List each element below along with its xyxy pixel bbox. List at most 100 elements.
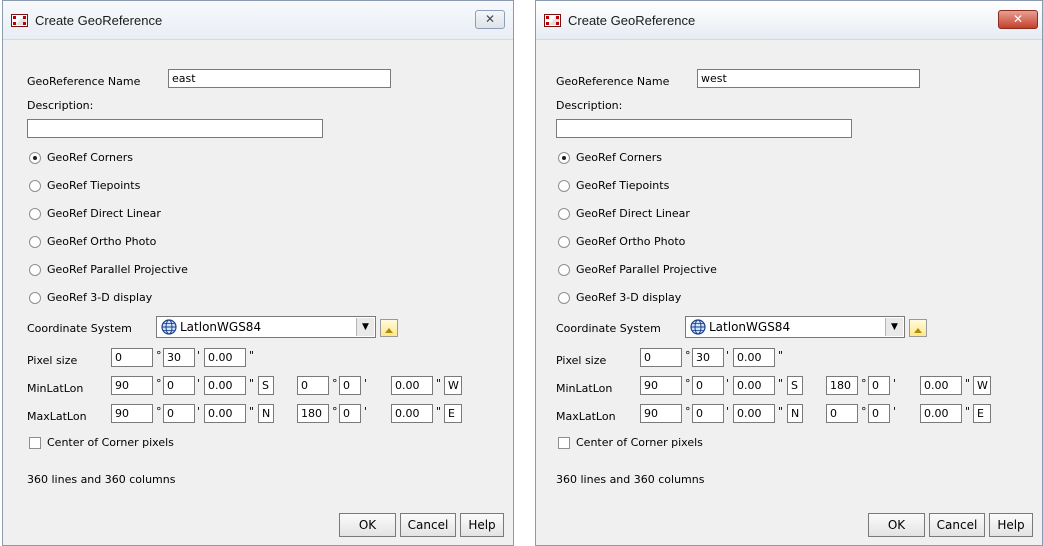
- globe-icon: [690, 319, 706, 335]
- max-lat-minutes[interactable]: 0: [692, 404, 724, 423]
- max-lat-degrees[interactable]: 90: [111, 404, 153, 423]
- center-of-corner-pixels-label[interactable]: Center of Corner pixels: [576, 436, 703, 449]
- coordinate-system-picker-button[interactable]: [380, 319, 398, 337]
- min-lat-hemisphere[interactable]: S: [258, 376, 274, 395]
- radio-label-georef-tiepoints[interactable]: GeoRef Tiepoints: [576, 179, 669, 192]
- coordinate-system-select[interactable]: LatlonWGS84 ▼: [156, 316, 376, 338]
- chevron-down-icon[interactable]: ▼: [356, 318, 374, 336]
- min-lat-seconds[interactable]: 0.00: [204, 376, 246, 395]
- radio-label-georef-ortho-photo[interactable]: GeoRef Ortho Photo: [576, 235, 685, 248]
- pixel-size-minutes[interactable]: 30: [692, 348, 724, 367]
- description-input[interactable]: [27, 119, 323, 138]
- pixel-size-minutes[interactable]: 30: [163, 348, 195, 367]
- cancel-button[interactable]: Cancel: [929, 513, 985, 537]
- min-lat-degrees[interactable]: 90: [640, 376, 682, 395]
- help-button[interactable]: Help: [460, 513, 504, 537]
- close-button[interactable]: ✕: [998, 10, 1038, 29]
- coordinate-system-picker-button[interactable]: [909, 319, 927, 337]
- description-input[interactable]: [556, 119, 852, 138]
- help-button[interactable]: Help: [989, 513, 1033, 537]
- min-lon-minutes[interactable]: 0: [868, 376, 890, 395]
- title-bar[interactable]: Create GeoReference ✕: [3, 1, 513, 40]
- radio-label-georef-3d-display[interactable]: GeoRef 3-D display: [47, 291, 152, 304]
- max-lon-hemisphere[interactable]: E: [973, 404, 991, 423]
- degree-symbol: °: [685, 349, 691, 362]
- max-lat-seconds[interactable]: 0.00: [204, 404, 246, 423]
- radio-georef-parallel-projective[interactable]: [558, 264, 570, 276]
- max-lon-degrees[interactable]: 0: [826, 404, 858, 423]
- min-lat-degrees[interactable]: 90: [111, 376, 153, 395]
- pixel-size-degrees[interactable]: 0: [640, 348, 682, 367]
- min-lon-seconds[interactable]: 0.00: [391, 376, 433, 395]
- radio-georef-tiepoints[interactable]: [29, 180, 41, 192]
- radio-georef-corners[interactable]: [558, 152, 570, 164]
- georeference-name-label: GeoReference Name: [27, 75, 141, 88]
- pixel-size-degrees[interactable]: 0: [111, 348, 153, 367]
- second-symbol: ": [965, 405, 971, 418]
- max-lon-seconds[interactable]: 0.00: [391, 404, 433, 423]
- ok-button[interactable]: OK: [339, 513, 396, 537]
- second-symbol: ": [965, 377, 971, 390]
- max-lon-hemisphere[interactable]: E: [444, 404, 462, 423]
- pixel-size-seconds[interactable]: 0.00: [204, 348, 246, 367]
- center-of-corner-pixels-label[interactable]: Center of Corner pixels: [47, 436, 174, 449]
- radio-georef-direct-linear[interactable]: [29, 208, 41, 220]
- radio-georef-parallel-projective[interactable]: [29, 264, 41, 276]
- min-latlon-label: MinLatLon: [27, 382, 84, 395]
- ok-button[interactable]: OK: [868, 513, 925, 537]
- window-title: Create GeoReference: [35, 13, 163, 28]
- min-lon-minutes[interactable]: 0: [339, 376, 361, 395]
- radio-label-georef-parallel-projective[interactable]: GeoRef Parallel Projective: [47, 263, 188, 276]
- radio-georef-3d-display[interactable]: [29, 292, 41, 304]
- chevron-down-icon[interactable]: ▼: [885, 318, 903, 336]
- min-lat-hemisphere[interactable]: S: [787, 376, 803, 395]
- georeference-name-input[interactable]: west: [697, 69, 920, 88]
- max-lat-seconds[interactable]: 0.00: [733, 404, 775, 423]
- min-lat-seconds[interactable]: 0.00: [733, 376, 775, 395]
- max-lon-degrees[interactable]: 180: [297, 404, 329, 423]
- center-of-corner-pixels-checkbox[interactable]: [29, 437, 41, 449]
- second-symbol: ": [778, 405, 784, 418]
- radio-label-georef-corners[interactable]: GeoRef Corners: [47, 151, 133, 164]
- georef-app-icon: [11, 14, 28, 27]
- max-lat-degrees[interactable]: 90: [640, 404, 682, 423]
- min-lon-degrees[interactable]: 0: [297, 376, 329, 395]
- radio-label-georef-tiepoints[interactable]: GeoRef Tiepoints: [47, 179, 140, 192]
- radio-label-georef-direct-linear[interactable]: GeoRef Direct Linear: [47, 207, 161, 220]
- min-lon-hemisphere[interactable]: W: [973, 376, 991, 395]
- close-button[interactable]: ✕: [475, 10, 505, 29]
- radio-georef-ortho-photo[interactable]: [29, 236, 41, 248]
- min-lat-minutes[interactable]: 0: [163, 376, 195, 395]
- radio-label-georef-direct-linear[interactable]: GeoRef Direct Linear: [576, 207, 690, 220]
- min-lon-hemisphere[interactable]: W: [444, 376, 462, 395]
- min-latlon-label: MinLatLon: [556, 382, 613, 395]
- radio-georef-3d-display[interactable]: [558, 292, 570, 304]
- coordinate-system-select[interactable]: LatlonWGS84 ▼: [685, 316, 905, 338]
- radio-georef-direct-linear[interactable]: [558, 208, 570, 220]
- cancel-button[interactable]: Cancel: [400, 513, 456, 537]
- radio-label-georef-parallel-projective[interactable]: GeoRef Parallel Projective: [576, 263, 717, 276]
- radio-georef-ortho-photo[interactable]: [558, 236, 570, 248]
- georeference-name-input[interactable]: east: [168, 69, 391, 88]
- pixel-size-seconds[interactable]: 0.00: [733, 348, 775, 367]
- title-bar[interactable]: Create GeoReference ✕: [536, 1, 1042, 40]
- max-lon-minutes[interactable]: 0: [339, 404, 361, 423]
- min-lon-degrees[interactable]: 180: [826, 376, 858, 395]
- max-lat-hemisphere[interactable]: N: [787, 404, 803, 423]
- description-label: Description:: [27, 99, 94, 112]
- radio-georef-tiepoints[interactable]: [558, 180, 570, 192]
- max-lat-hemisphere[interactable]: N: [258, 404, 274, 423]
- min-lon-seconds[interactable]: 0.00: [920, 376, 962, 395]
- degree-symbol: °: [861, 377, 867, 390]
- degree-symbol: °: [332, 405, 338, 418]
- radio-label-georef-3d-display[interactable]: GeoRef 3-D display: [576, 291, 681, 304]
- georef-app-icon: [544, 14, 561, 27]
- radio-label-georef-ortho-photo[interactable]: GeoRef Ortho Photo: [47, 235, 156, 248]
- max-lat-minutes[interactable]: 0: [163, 404, 195, 423]
- max-lon-minutes[interactable]: 0: [868, 404, 890, 423]
- center-of-corner-pixels-checkbox[interactable]: [558, 437, 570, 449]
- radio-georef-corners[interactable]: [29, 152, 41, 164]
- radio-label-georef-corners[interactable]: GeoRef Corners: [576, 151, 662, 164]
- max-lon-seconds[interactable]: 0.00: [920, 404, 962, 423]
- min-lat-minutes[interactable]: 0: [692, 376, 724, 395]
